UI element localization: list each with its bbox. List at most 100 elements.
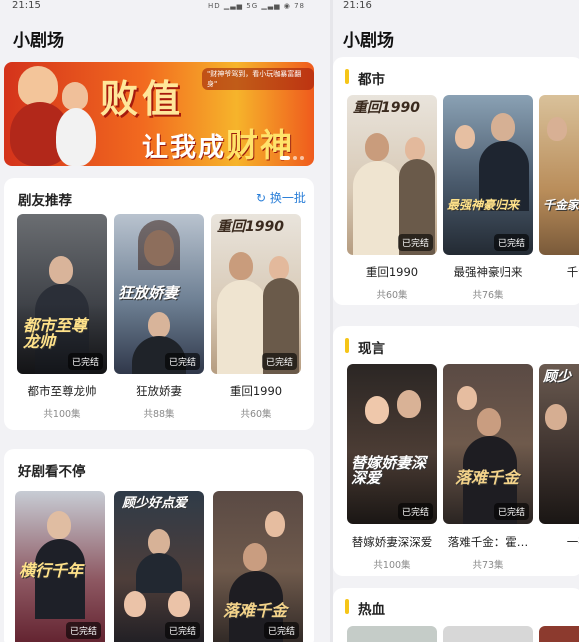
status-badge: 已完结 [164,622,200,639]
section-accent-bar [345,599,349,614]
episode-count: 共 [534,287,579,301]
binge-section: 好剧看不停 横行千年 已完结 顾少好点爱 已完结 落难千金 已完结 [4,449,314,642]
section-title: 热血 [358,602,385,618]
actor-face-icon [491,113,515,141]
section-accent-bar [345,69,349,84]
action-section: 热血 [333,588,579,642]
actress-face-icon [405,137,425,161]
status-bar: 21:15 HD ▁▃▅ 5G ▁▃▅ ◉ 78 [0,0,330,14]
show-poster[interactable]: 替嫁娇妻深深爱 已完结 [347,364,437,524]
show-poster[interactable] [539,626,579,642]
actor-face-icon [547,117,567,141]
show-title[interactable]: 替嫁娇妻深深爱 [342,534,442,550]
section-accent-bar [345,338,349,353]
status-time: 21:15 [12,0,41,11]
actor-face-icon [397,390,421,418]
episode-count: 共88集 [143,409,175,420]
poster-art-title: 顾少 [543,369,571,385]
show-poster[interactable]: 落难千金 已完结 [213,491,303,642]
section-title: 剧友推荐 [18,193,72,209]
banner-headline: 败值 [100,77,185,121]
actress-face-icon [269,256,289,280]
banner-subline-prefix: 让我成 [142,133,227,163]
show-poster[interactable]: 最强神豪归来 已完结 [443,95,533,255]
episode-count: 共100集 [373,560,411,571]
actor-face-icon [365,133,389,161]
episode-count: 共60集 [376,290,408,301]
actress-face-icon [365,396,389,424]
episode-count: 共76集 [472,290,504,301]
banner-subline: 让我成财神 [142,120,294,166]
status-bar: 21:16 [333,0,579,14]
show-poster[interactable]: 千金家 [539,95,579,255]
actor-face-icon [545,404,567,430]
status-icons: HD ▁▃▅ 5G ▁▃▅ ◉ 78 [208,2,305,10]
poster-art-title: 落难千金 [455,468,520,487]
poster-art-title: 狂放娇妻 [118,284,179,302]
actor-face-icon [243,543,267,571]
refresh-label: 换一批 [269,191,306,205]
status-badge: 已完结 [164,353,200,370]
actor-face-icon [47,511,71,539]
poster-art-title: 重回1990 [353,100,420,116]
show-title[interactable]: 最强神豪归来 [438,264,538,280]
actress-face-icon [265,511,285,537]
actor-body-icon [353,161,403,255]
poster-art-title: 落难千金 [223,601,288,620]
status-badge: 已完结 [263,622,299,639]
show-title[interactable]: 狂放娇妻 [109,383,209,399]
page-title: 小剧场 [13,31,64,51]
show-poster[interactable]: 顾少 [539,364,579,524]
show-poster[interactable]: 都市至尊龙帅 已完结 [17,214,107,374]
show-poster[interactable]: 顾少好点爱 已完结 [114,491,204,642]
actress-hair-icon [138,220,180,270]
banner-dot-active [280,156,290,160]
show-poster[interactable] [443,626,533,642]
show-title[interactable]: 重回1990 [342,264,442,280]
episode-count: 共60集 [240,409,272,420]
promo-banner[interactable]: "财神爷驾到，看小玩咖暴富翻身" 败值 让我成财神 [4,62,314,166]
actress-face-icon [168,591,190,617]
show-title[interactable]: 落难千金：霍… [438,534,538,550]
section-title: 好剧看不停 [18,464,86,480]
banner-pagination [280,156,304,160]
page-title: 小剧场 [343,31,394,51]
show-poster[interactable]: 落难千金 已完结 [443,364,533,524]
right-screen: 21:16 小剧场 都市 重回1990 已完结 重回1990 共60集 最强神豪… [333,0,579,642]
show-poster[interactable]: 横行千年 已完结 [15,491,105,642]
actor-body-icon [136,553,182,593]
status-badge: 已完结 [261,353,297,370]
actor-face-icon [148,312,170,338]
urban-section: 都市 重回1990 已完结 重回1990 共60集 最强神豪归来 已完结 最强神… [333,57,579,305]
show-poster[interactable]: 重回1990 已完结 [211,214,301,374]
banner-tagline: "财神爷驾到，看小玩咖暴富翻身" [202,68,314,90]
section-title: 现言 [358,341,385,357]
banner-dot [300,156,304,160]
actor-face-icon [49,256,73,284]
status-badge: 已完结 [397,503,433,520]
actress-face-icon [455,125,475,149]
show-title[interactable]: 千金家 [534,264,579,280]
section-title: 都市 [358,72,385,88]
poster-art-title: 重回1990 [217,219,284,235]
refresh-button[interactable]: ↻ 换一批 [256,189,306,206]
show-title[interactable]: 一夜惊 [534,534,579,550]
banner-character-icon [18,66,58,106]
status-time: 21:16 [343,0,372,11]
poster-art-title: 替嫁娇妻深深爱 [351,454,427,487]
poster-art-title: 最强神豪归来 [447,198,520,212]
show-title[interactable]: 重回1990 [206,383,306,399]
show-poster[interactable]: 重回1990 已完结 [347,95,437,255]
romance-section: 现言 替嫁娇妻深深爱 已完结 替嫁娇妻深深爱 共100集 落难千金 已完结 落难… [333,326,579,576]
banner-character2-icon [62,82,88,110]
status-badge: 已完结 [493,234,529,251]
recommend-section: 剧友推荐 ↻ 换一批 都市至尊龙帅 已完结 都市至尊龙帅 共100集 狂放娇妻 … [4,178,314,430]
episode-count: 共73集 [472,560,504,571]
poster-art-title: 横行千年 [19,561,84,580]
show-poster[interactable] [347,626,437,642]
banner-dot [293,156,297,160]
show-title[interactable]: 都市至尊龙帅 [12,383,112,399]
actor-face-icon [148,529,170,555]
show-poster[interactable]: 狂放娇妻 已完结 [114,214,204,374]
actress-face-icon [124,591,146,617]
